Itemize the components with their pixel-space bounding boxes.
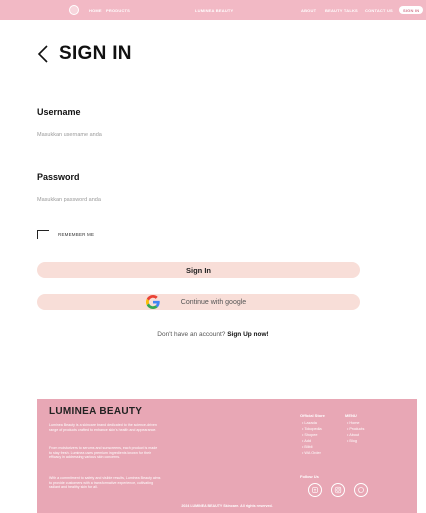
google-button-label: Continue with google	[180, 298, 247, 306]
chevron-left-icon[interactable]	[37, 43, 49, 65]
nav-signin-button[interactable]: SIGN IN	[399, 6, 424, 14]
whatsapp-icon[interactable]	[354, 483, 368, 497]
footer-paragraph: From moisturizers to serums and sunscree…	[49, 446, 158, 460]
tiktok-icon[interactable]	[308, 483, 322, 497]
google-icon	[146, 295, 160, 309]
signin-button[interactable]: Sign In	[37, 262, 360, 278]
nav-contact-link[interactable]: CONTACT US	[365, 8, 393, 13]
remember-me[interactable]: REMEMBER ME	[37, 230, 94, 239]
password-label: Password	[37, 172, 80, 182]
nav-home-link[interactable]: HOME	[89, 8, 102, 13]
footer-paragraph: Luminea Beauty is a skincare brand dedic…	[49, 423, 157, 432]
footer-store-title: Official Store	[300, 413, 325, 418]
footer-menu-list: • Home • Products • About • Blog	[347, 420, 364, 444]
page-title: SIGN IN	[59, 43, 132, 64]
logo-icon[interactable]	[69, 5, 79, 15]
username-input[interactable]	[37, 128, 357, 142]
footer-menu-title: MENU	[345, 413, 357, 418]
footer: LUMINEA BEAUTY Luminea Beauty is a skinc…	[37, 399, 417, 513]
nav-about-link[interactable]: ABOUT	[301, 8, 316, 13]
google-signin-button[interactable]: Continue with google	[37, 294, 360, 310]
page-header: SIGN IN	[37, 43, 132, 65]
footer-menu-link[interactable]: • Blog	[347, 438, 364, 444]
signup-text: Don't have an account?	[157, 331, 226, 338]
footer-social-icons	[308, 483, 368, 497]
instagram-icon[interactable]	[331, 483, 345, 497]
footer-store-link[interactable]: • WA Order	[302, 450, 322, 456]
nav-products-link[interactable]: PRODUCTS	[106, 8, 130, 13]
footer-brand: LUMINEA BEAUTY	[49, 406, 143, 417]
footer-copyright: 2024 LUMINEA BEAUTY Skincare. All rights…	[181, 504, 273, 508]
signup-link[interactable]: Sign Up now!	[227, 331, 269, 338]
footer-follow-title: Follow Us	[300, 474, 319, 479]
remember-label: REMEMBER ME	[58, 232, 95, 237]
footer-store-list: • Lazada • Tokopedia • Shopee • Add • Bl…	[302, 420, 322, 456]
nav-beauty-talks-link[interactable]: BEAUTY TALKS	[325, 8, 358, 13]
password-input[interactable]	[37, 193, 357, 207]
top-nav: HOME PRODUCTS LUMINEA BEAUTY ABOUT BEAUT…	[0, 0, 426, 20]
remember-checkbox[interactable]	[37, 230, 49, 239]
username-label: Username	[37, 107, 81, 117]
footer-paragraph: With a commitment to safety and visible …	[49, 476, 161, 490]
nav-brand-name[interactable]: LUMINEA BEAUTY	[195, 8, 233, 13]
signup-prompt: Don't have an account? Sign Up now!	[0, 331, 426, 338]
